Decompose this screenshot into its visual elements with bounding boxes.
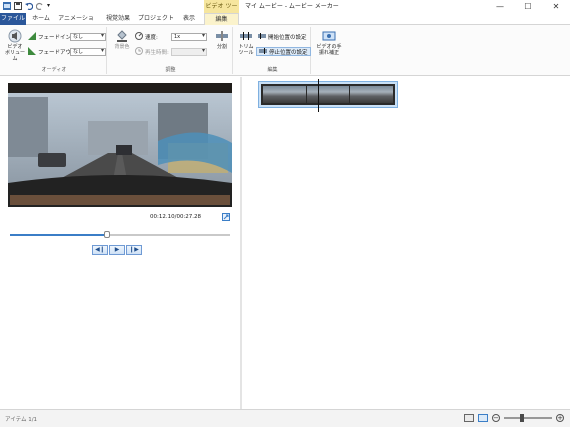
minimize-button[interactable]: —: [486, 0, 514, 13]
play-icon: ▶: [114, 246, 120, 253]
app-icon[interactable]: [3, 2, 11, 10]
next-frame-button[interactable]: ❙▶: [126, 245, 142, 255]
expand-icon: [223, 214, 229, 222]
redo-icon[interactable]: [35, 2, 44, 11]
fullscreen-preview-button[interactable]: [222, 213, 230, 221]
zoom-slider-thumb[interactable]: [520, 414, 524, 422]
duration-icon: [135, 47, 143, 57]
group-audio: ビデオ ボリューム フェードイン: なし フェードアウト: なし オーディオ: [2, 27, 107, 74]
tab-project[interactable]: プロジェクト: [138, 13, 174, 25]
duration-row: 再生時間:: [135, 47, 207, 57]
split-label: 分割: [216, 44, 227, 50]
context-tab-group-label: ビデオ ツール: [204, 0, 239, 23]
trim-tool-button[interactable]: トリム ツール: [237, 29, 255, 56]
fade-in-label: フェードイン:: [38, 35, 73, 41]
ribbon-tabs: ファイル ホーム アニメーション 視覚効果 プロジェクト 表示 編集: [0, 13, 570, 34]
fade-out-icon: [28, 47, 36, 57]
window-title: マイ ムービー - ムービー メーカー: [245, 3, 339, 10]
stabilization-label: ビデオの手 振れ補正: [316, 44, 342, 56]
video-frame-image: [8, 83, 232, 207]
tab-animations[interactable]: アニメーション: [56, 13, 96, 34]
clip-frame: [306, 86, 350, 103]
tab-file[interactable]: ファイル: [0, 13, 26, 25]
video-stabilization-button[interactable]: ビデオの手 振れ補正: [314, 29, 344, 56]
split-button[interactable]: 分割: [213, 29, 231, 50]
storyboard-view-icon[interactable]: [464, 414, 474, 422]
duration-select[interactable]: [171, 48, 207, 56]
set-end-row: 停止位置の設定: [256, 47, 311, 56]
fade-in-row: フェードイン: なし: [28, 32, 106, 42]
play-button[interactable]: ▶: [109, 245, 125, 255]
trim-icon: [239, 29, 253, 43]
fade-out-label: フェードアウト:: [38, 50, 79, 56]
set-end-label: 停止位置の設定: [269, 49, 308, 56]
clip-frame: [263, 86, 306, 103]
previous-frame-icon: ◀❙: [95, 246, 105, 253]
speaker-icon: [8, 29, 22, 43]
maximize-button[interactable]: ☐: [514, 0, 542, 13]
stabilization-icon: [322, 29, 336, 43]
video-volume-button[interactable]: ビデオ ボリューム: [4, 29, 26, 62]
set-start-row: 開始位置の設定: [256, 32, 309, 41]
duration-label: 再生時間:: [145, 50, 169, 56]
status-bar: アイテム 1/1 − +: [0, 409, 570, 427]
speed-row: 速度: 1x: [135, 32, 207, 42]
clip-frames: [261, 84, 395, 105]
storyboard-playhead[interactable]: [318, 79, 319, 112]
video-volume-label: ビデオ ボリューム: [4, 44, 25, 62]
zoom-out-button[interactable]: −: [492, 414, 500, 422]
group-label-edit: 編集: [267, 67, 278, 73]
next-frame-icon: ❙▶: [129, 246, 139, 253]
zoom-slider[interactable]: [504, 414, 552, 422]
group-label-adjust: 調整: [165, 67, 176, 73]
preview-pane: 00:12.10/00:27.28 ◀❙ ▶ ❙▶: [0, 77, 240, 409]
clip-frame: [350, 86, 394, 103]
playback-timecode: 00:12.10/00:27.28: [150, 214, 202, 220]
timeline-view-icon[interactable]: [478, 414, 488, 422]
ribbon: ビデオ ボリューム フェードイン: なし フェードアウト: なし オーディオ 背…: [0, 25, 570, 76]
group-label-audio: オーディオ: [41, 67, 67, 73]
seek-thumb[interactable]: [103, 231, 110, 238]
background-color-label: 背景色: [114, 44, 130, 50]
paint-bucket-icon: [115, 29, 129, 43]
fade-out-select[interactable]: なし: [70, 48, 106, 56]
trim-tool-label: トリム ツール: [238, 44, 254, 56]
seek-bar[interactable]: [10, 230, 230, 240]
set-end-point-button[interactable]: 停止位置の設定: [256, 47, 311, 56]
speed-label: 速度:: [145, 35, 158, 41]
zoom-controls: − +: [464, 414, 564, 422]
tab-visual-effects[interactable]: 視覚効果: [100, 13, 136, 25]
group-adjust: 背景色 速度: 1x 再生時間: 分割 調整: [109, 27, 233, 74]
previous-frame-button[interactable]: ◀❙: [92, 245, 108, 255]
video-preview[interactable]: [8, 83, 232, 207]
save-icon[interactable]: [14, 2, 22, 10]
speed-select[interactable]: 1x: [171, 33, 207, 41]
zoom-in-button[interactable]: +: [556, 414, 564, 422]
status-item-count: アイテム 1/1: [5, 417, 38, 423]
fade-out-row: フェードアウト: なし: [28, 47, 106, 57]
customize-qat-icon[interactable]: ▾: [47, 2, 55, 10]
storyboard-pane: [242, 77, 570, 409]
quick-access-toolbar: ▾: [3, 2, 55, 11]
seek-progress: [10, 234, 107, 236]
set-end-icon: [259, 47, 267, 56]
set-start-point-button[interactable]: 開始位置の設定: [256, 32, 309, 41]
tab-home[interactable]: ホーム: [28, 13, 54, 25]
playback-controls: ◀❙ ▶ ❙▶: [92, 245, 142, 255]
fade-in-icon: [28, 32, 36, 42]
set-start-icon: [258, 32, 266, 41]
speed-icon: [135, 32, 143, 42]
tab-view[interactable]: 表示: [176, 13, 202, 25]
fade-in-select[interactable]: なし: [70, 33, 106, 41]
split-icon: [215, 29, 229, 43]
close-button[interactable]: ✕: [542, 0, 570, 13]
set-start-label: 開始位置の設定: [268, 34, 307, 41]
background-color-button[interactable]: 背景色: [111, 29, 133, 50]
video-clip[interactable]: [258, 81, 398, 108]
group-edit: トリム ツール 開始位置の設定 停止位置の設定 編集: [235, 27, 311, 74]
title-bar: ▾ ビデオ ツール マイ ムービー - ムービー メーカー — ☐ ✕: [0, 0, 570, 23]
undo-icon[interactable]: [25, 2, 34, 11]
